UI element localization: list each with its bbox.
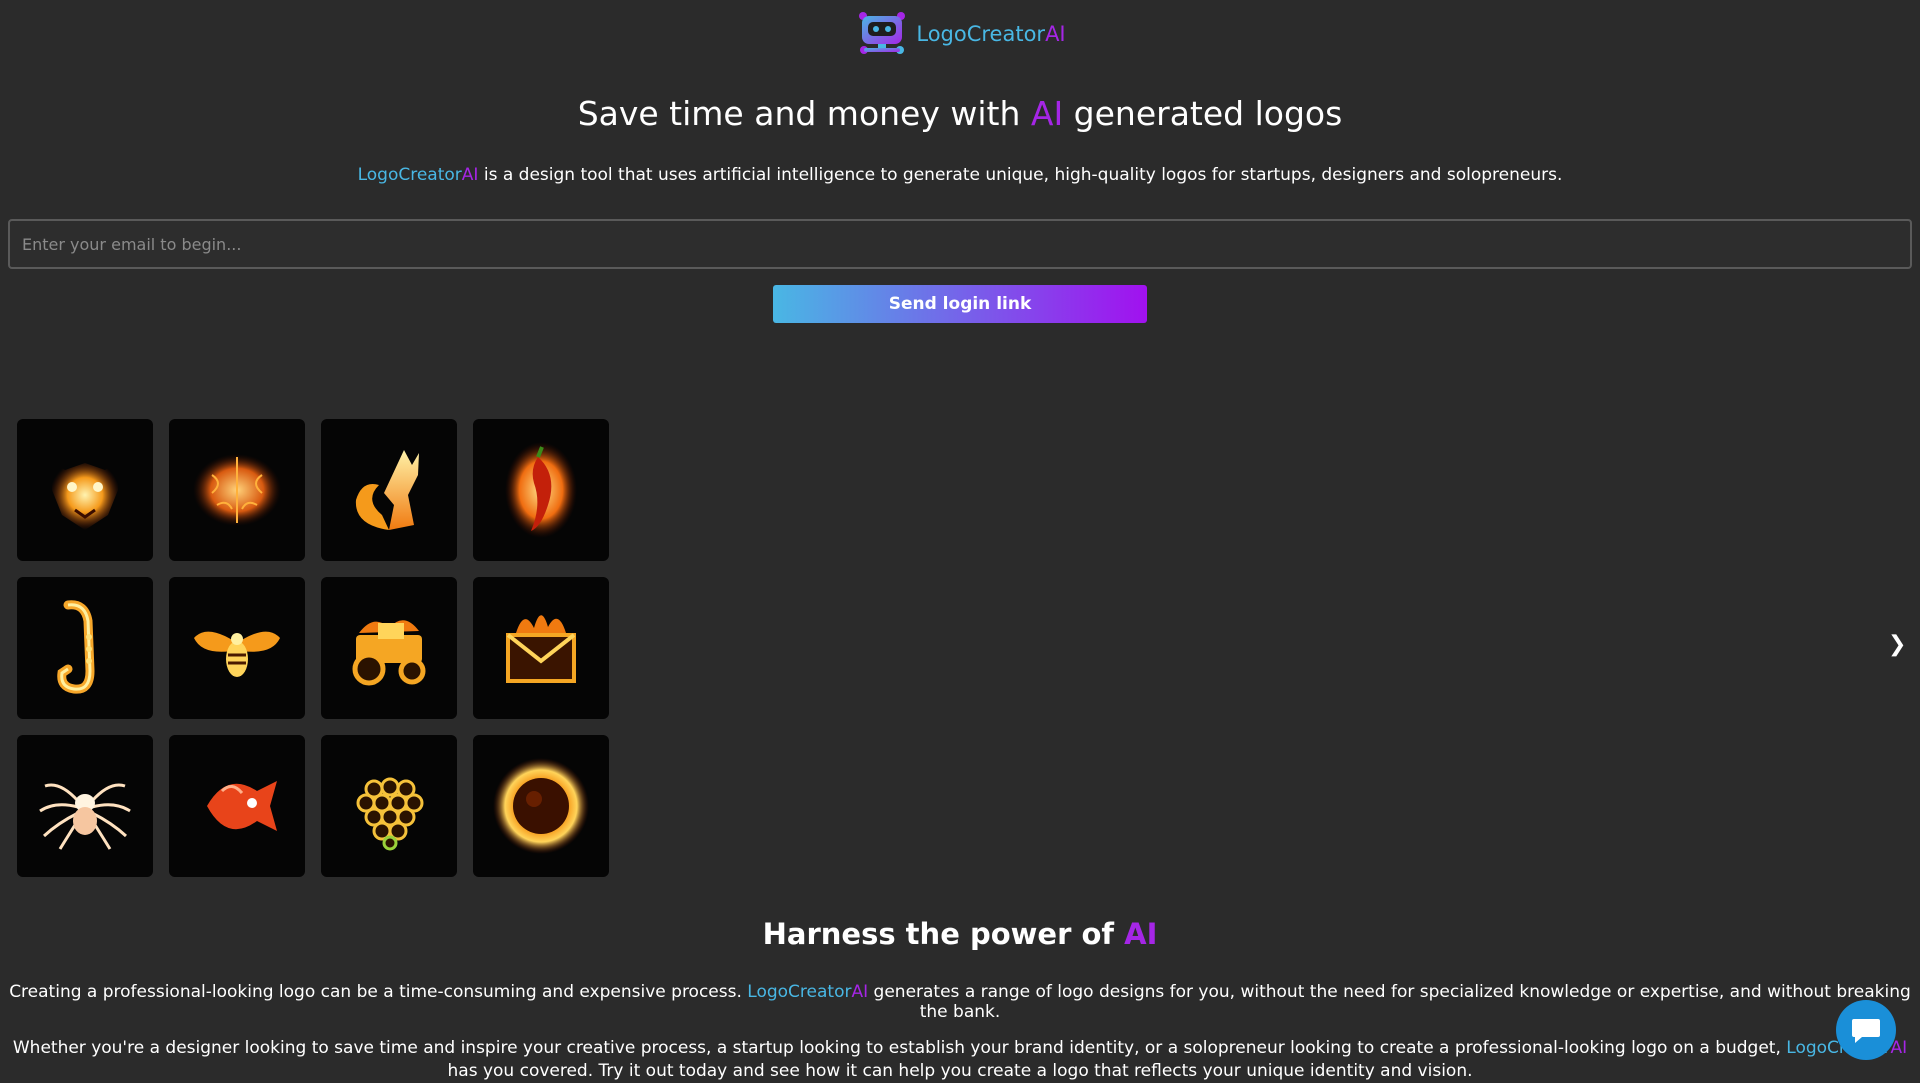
fire-chili-icon xyxy=(505,442,577,538)
carousel-next-button[interactable]: ❯ xyxy=(1888,632,1906,657)
fire-fish-icon xyxy=(207,781,277,831)
gallery-item-spider[interactable] xyxy=(17,735,153,877)
email-input[interactable] xyxy=(8,219,1912,269)
gallery-item-brain[interactable] xyxy=(169,419,305,561)
robot-logo-icon xyxy=(859,12,906,54)
gallery-item-envelope[interactable] xyxy=(473,577,609,719)
site-header: LogoCreatorAI xyxy=(0,10,1920,58)
fire-sun-icon xyxy=(493,758,589,854)
gallery-item-tiger[interactable] xyxy=(17,419,153,561)
features-paragraph-2: Whether you're a designer looking to sav… xyxy=(12,1038,1908,1081)
hero-subtitle: LogoCreatorAI is a design tool that uses… xyxy=(357,165,1563,185)
fire-tiger-icon xyxy=(50,460,120,530)
fire-spider-icon xyxy=(39,783,131,850)
brand-logo[interactable]: LogoCreatorAI xyxy=(854,10,1066,58)
fire-grapes-icon xyxy=(356,777,424,851)
fire-fox-icon xyxy=(355,450,419,530)
gallery-item-chili[interactable] xyxy=(473,419,609,561)
features-title: Harness the power of AI xyxy=(762,917,1158,951)
fire-bee-icon xyxy=(194,631,280,677)
chat-bubble-icon xyxy=(1852,1019,1880,1043)
fire-envelope-icon xyxy=(506,615,576,683)
gallery-item-fox[interactable] xyxy=(321,419,457,561)
gallery-item-tractor[interactable] xyxy=(321,577,457,719)
send-login-link-button[interactable]: Send login link xyxy=(773,285,1147,323)
brand-name: LogoCreatorAI xyxy=(916,22,1066,46)
gallery-item-sun[interactable] xyxy=(473,735,609,877)
fire-brain-icon xyxy=(193,454,281,526)
gallery-item-fish[interactable] xyxy=(169,735,305,877)
features-paragraph-1: Creating a professional-looking logo can… xyxy=(9,982,1911,1022)
fire-saxophone-icon xyxy=(57,600,95,694)
gallery-item-saxophone[interactable] xyxy=(17,577,153,719)
gallery-item-grapes[interactable] xyxy=(321,735,457,877)
chat-widget-button[interactable] xyxy=(1836,1000,1896,1060)
logo-gallery xyxy=(17,419,609,877)
fire-tractor-icon xyxy=(352,620,426,686)
page-title: Save time and money with AI generated lo… xyxy=(577,94,1343,133)
gallery-item-bee[interactable] xyxy=(169,577,305,719)
